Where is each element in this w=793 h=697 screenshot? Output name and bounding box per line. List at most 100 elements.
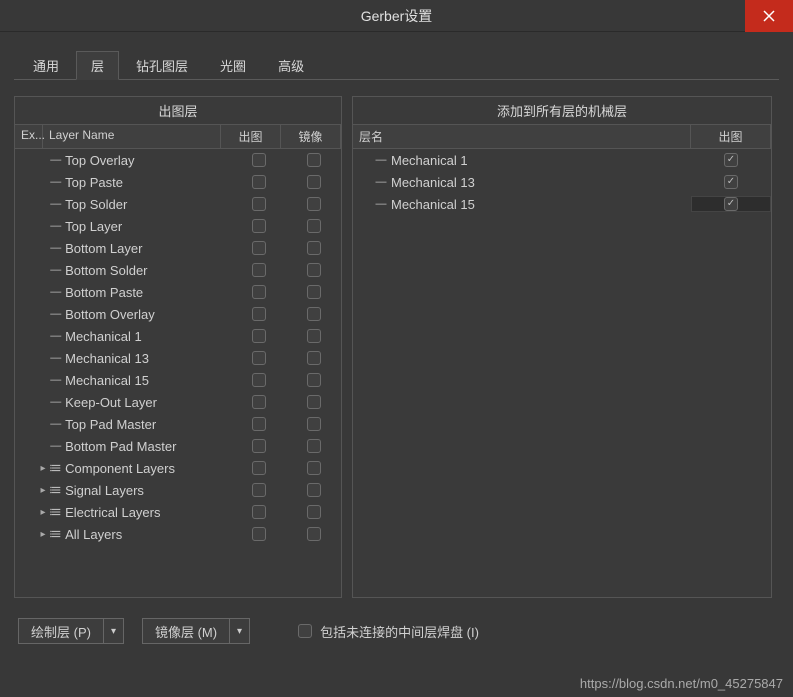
plot-checkbox[interactable] bbox=[252, 241, 266, 255]
mirror-checkbox[interactable] bbox=[307, 197, 321, 211]
col-ex[interactable]: Ex... bbox=[15, 125, 43, 148]
table-row[interactable]: Top Layer bbox=[15, 215, 341, 237]
expand-icon[interactable]: ▸ bbox=[37, 507, 48, 518]
layer-name: Top Paste bbox=[63, 175, 231, 190]
dash-icon bbox=[48, 242, 63, 254]
table-row[interactable]: Top Solder bbox=[15, 193, 341, 215]
plot-checkbox[interactable] bbox=[252, 285, 266, 299]
mirror-checkbox[interactable] bbox=[307, 285, 321, 299]
plot-checkbox[interactable] bbox=[252, 329, 266, 343]
col-layer-name[interactable]: 层名 bbox=[353, 125, 691, 148]
plot-checkbox[interactable] bbox=[252, 395, 266, 409]
mirror-checkbox[interactable] bbox=[307, 395, 321, 409]
layer-name: Top Layer bbox=[63, 219, 231, 234]
include-unconnected-option[interactable]: 包括未连接的中间层焊盘 (I) bbox=[298, 622, 479, 641]
layer-name: Electrical Layers bbox=[63, 505, 231, 520]
dash-icon bbox=[48, 374, 63, 386]
col-mirror[interactable]: 镜像 bbox=[281, 125, 341, 148]
table-row[interactable]: Bottom Pad Master bbox=[15, 435, 341, 457]
table-row[interactable]: Mechanical 15 bbox=[353, 193, 771, 215]
expand-icon[interactable]: ▸ bbox=[37, 485, 48, 496]
mirror-layers-dropdown[interactable]: 镜像层 (M) bbox=[142, 618, 250, 644]
dash-icon bbox=[48, 330, 63, 342]
plot-checkbox[interactable] bbox=[252, 219, 266, 233]
layer-name: Top Solder bbox=[63, 197, 231, 212]
expand-icon[interactable]: ▸ bbox=[37, 463, 48, 474]
plot-checkbox[interactable] bbox=[252, 417, 266, 431]
plot-checkbox[interactable] bbox=[252, 197, 266, 211]
mech-layers-header: 层名 出图 bbox=[353, 125, 771, 149]
table-row[interactable]: ▸ Electrical Layers bbox=[15, 501, 341, 523]
mirror-checkbox[interactable] bbox=[307, 175, 321, 189]
mirror-checkbox[interactable] bbox=[307, 527, 321, 541]
plot-checkbox[interactable] bbox=[252, 439, 266, 453]
mirror-checkbox[interactable] bbox=[307, 263, 321, 277]
col-layer-name[interactable]: Layer Name bbox=[43, 125, 221, 148]
tab-apertures[interactable]: 光圈 bbox=[205, 51, 261, 80]
mirror-checkbox[interactable] bbox=[307, 307, 321, 321]
tab-drill[interactable]: 钻孔图层 bbox=[121, 51, 203, 80]
close-button[interactable] bbox=[745, 0, 793, 32]
table-row[interactable]: ▸All Layers bbox=[15, 523, 341, 545]
expand-icon[interactable]: ▸ bbox=[37, 529, 48, 540]
mirror-checkbox[interactable] bbox=[307, 505, 321, 519]
layers-icon bbox=[48, 506, 63, 518]
table-row[interactable]: Keep-Out Layer bbox=[15, 391, 341, 413]
plot-checkbox[interactable] bbox=[724, 175, 738, 189]
mech-layers-grid[interactable]: Mechanical 1Mechanical 13Mechanical 15 bbox=[353, 149, 771, 597]
mirror-checkbox[interactable] bbox=[307, 351, 321, 365]
table-row[interactable]: Bottom Layer bbox=[15, 237, 341, 259]
table-row[interactable]: Bottom Paste bbox=[15, 281, 341, 303]
plot-checkbox[interactable] bbox=[724, 153, 738, 167]
table-row[interactable]: Bottom Overlay bbox=[15, 303, 341, 325]
layers-icon bbox=[48, 462, 63, 474]
tab-layers[interactable]: 层 bbox=[76, 51, 119, 80]
layer-name: Bottom Solder bbox=[63, 263, 231, 278]
table-row[interactable]: Mechanical 15 bbox=[15, 369, 341, 391]
table-row[interactable]: ▸Component Layers bbox=[15, 457, 341, 479]
plot-checkbox[interactable] bbox=[252, 461, 266, 475]
table-row[interactable]: Bottom Solder bbox=[15, 259, 341, 281]
mirror-checkbox[interactable] bbox=[307, 329, 321, 343]
mirror-layers-button[interactable]: 镜像层 (M) bbox=[142, 618, 230, 644]
table-row[interactable]: Mechanical 1 bbox=[353, 149, 771, 171]
dash-icon bbox=[48, 154, 63, 166]
table-row[interactable]: Top Paste bbox=[15, 171, 341, 193]
tab-general[interactable]: 通用 bbox=[18, 51, 74, 80]
plot-layers-grid[interactable]: Top Overlay Top Paste Top Solder Top Layer B… bbox=[15, 149, 341, 597]
plot-checkbox[interactable] bbox=[252, 351, 266, 365]
dash-icon bbox=[48, 440, 63, 452]
include-unconnected-checkbox[interactable] bbox=[298, 624, 312, 638]
mirror-checkbox[interactable] bbox=[307, 219, 321, 233]
mirror-checkbox[interactable] bbox=[307, 241, 321, 255]
table-row[interactable]: Top Pad Master bbox=[15, 413, 341, 435]
plot-checkbox[interactable] bbox=[252, 153, 266, 167]
table-row[interactable]: Mechanical 13 bbox=[15, 347, 341, 369]
table-row[interactable]: Mechanical 1 bbox=[15, 325, 341, 347]
plot-checkbox[interactable] bbox=[252, 505, 266, 519]
plot-checkbox[interactable] bbox=[252, 175, 266, 189]
mirror-checkbox[interactable] bbox=[307, 483, 321, 497]
plot-checkbox[interactable] bbox=[252, 373, 266, 387]
plot-layers-title: 出图层 bbox=[15, 97, 341, 125]
chevron-down-icon[interactable] bbox=[104, 618, 124, 644]
col-plot[interactable]: 出图 bbox=[221, 125, 281, 148]
mirror-checkbox[interactable] bbox=[307, 373, 321, 387]
plot-layers-dropdown[interactable]: 绘制层 (P) bbox=[18, 618, 124, 644]
plot-checkbox[interactable] bbox=[252, 307, 266, 321]
table-row[interactable]: Mechanical 13 bbox=[353, 171, 771, 193]
tab-advanced[interactable]: 高级 bbox=[263, 51, 319, 80]
plot-checkbox[interactable] bbox=[724, 197, 738, 211]
plot-checkbox[interactable] bbox=[252, 527, 266, 541]
mirror-checkbox[interactable] bbox=[307, 439, 321, 453]
mirror-checkbox[interactable] bbox=[307, 153, 321, 167]
col-plot[interactable]: 出图 bbox=[691, 125, 771, 148]
mirror-checkbox[interactable] bbox=[307, 461, 321, 475]
mirror-checkbox[interactable] bbox=[307, 417, 321, 431]
table-row[interactable]: Top Overlay bbox=[15, 149, 341, 171]
table-row[interactable]: ▸Signal Layers bbox=[15, 479, 341, 501]
plot-checkbox[interactable] bbox=[252, 263, 266, 277]
plot-layers-button[interactable]: 绘制层 (P) bbox=[18, 618, 104, 644]
plot-checkbox[interactable] bbox=[252, 483, 266, 497]
chevron-down-icon[interactable] bbox=[230, 618, 250, 644]
